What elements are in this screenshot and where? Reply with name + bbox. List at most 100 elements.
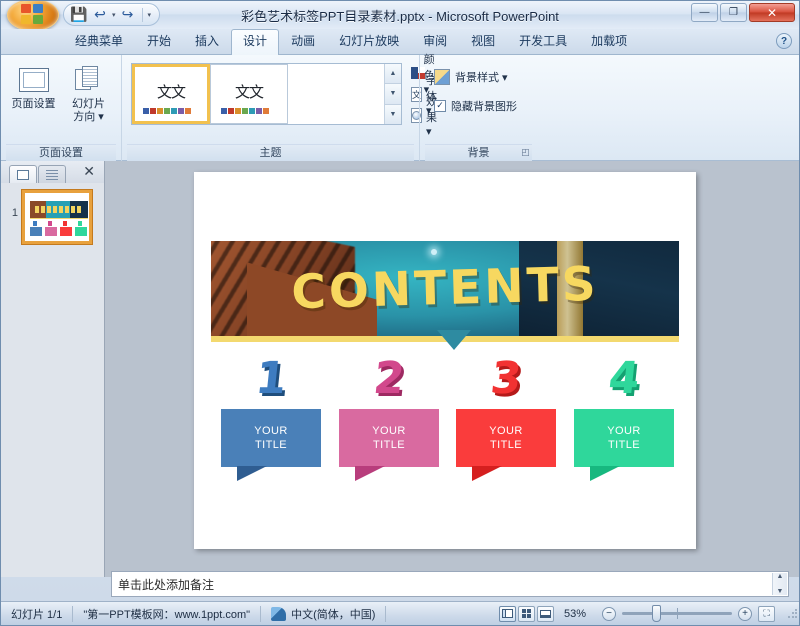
item-title-line1-1: YOUR bbox=[254, 425, 288, 437]
item-number-2: 2 bbox=[371, 353, 408, 404]
tab-addins[interactable]: 加载项 bbox=[579, 29, 639, 54]
hide-background-graphics-checkbox[interactable]: ✓ 隐藏背景图形 bbox=[431, 95, 520, 116]
normal-view-button[interactable] bbox=[498, 605, 516, 622]
tab-slideshow[interactable]: 幻灯片放映 bbox=[327, 29, 411, 54]
contents-banner-image[interactable]: CONTENTS bbox=[211, 241, 679, 337]
checkbox-icon[interactable]: ✓ bbox=[434, 99, 446, 112]
save-icon[interactable]: 💾 bbox=[70, 6, 88, 24]
contents-item-2[interactable]: 2 YOUR TITLE bbox=[334, 353, 444, 481]
view-buttons bbox=[493, 605, 560, 622]
theme-name[interactable]: "第一PPT模板网：www.1ppt.com" bbox=[73, 602, 260, 625]
background-dialog-launcher-icon[interactable]: ◰ bbox=[521, 148, 530, 157]
office-button[interactable] bbox=[7, 1, 59, 31]
tab-home[interactable]: 开始 bbox=[135, 29, 183, 54]
help-button[interactable]: ? bbox=[776, 33, 792, 49]
theme-thumbnail-2[interactable]: 文文 bbox=[210, 64, 288, 124]
themes-gallery[interactable]: 文文 文文 ▲ ▼ ▼ bbox=[131, 63, 402, 125]
language-icon bbox=[271, 606, 287, 621]
item-tag-3[interactable]: YOUR TITLE bbox=[456, 409, 556, 481]
notes-scroll-down-icon[interactable]: ▼ bbox=[777, 588, 784, 595]
notes-scroll-up-icon[interactable]: ▲ bbox=[777, 573, 784, 580]
ribbon-group-background: 背景样式 ▾ ✓ 隐藏背景图形 背景 ◰ bbox=[419, 55, 537, 161]
tab-developer[interactable]: 开发工具 bbox=[507, 29, 579, 54]
outline-tab[interactable] bbox=[38, 165, 66, 183]
themes-gallery-empty-area bbox=[288, 64, 384, 124]
notes-scrollbar[interactable]: ▲ ▼ bbox=[772, 573, 787, 595]
slide-counter[interactable]: 幻灯片 1/1 bbox=[1, 602, 72, 625]
tab-animations[interactable]: 动画 bbox=[279, 29, 327, 54]
slides-outline-pane: ✕ 1 bbox=[1, 161, 105, 577]
slide-orientation-label: 幻灯片 方向 ▾ bbox=[72, 98, 105, 123]
language-label: 中文(简体，中国) bbox=[291, 608, 376, 621]
slide-sorter-view-button[interactable] bbox=[517, 605, 535, 622]
tab-view[interactable]: 视图 bbox=[459, 29, 507, 54]
theme-thumbnail-selected[interactable]: 文文 bbox=[132, 64, 210, 124]
group-title-themes: 主题 bbox=[127, 144, 414, 161]
background-styles-icon bbox=[434, 68, 450, 85]
language-indicator[interactable]: 中文(简体，中国) bbox=[261, 602, 385, 625]
theme-swatches-2 bbox=[221, 108, 269, 114]
group-title-background: 背景 ◰ bbox=[425, 144, 532, 161]
close-pane-icon[interactable]: ✕ bbox=[83, 163, 95, 180]
gallery-scroll-up-icon[interactable]: ▲ bbox=[385, 64, 401, 85]
window-controls: — ❐ ✕ bbox=[691, 3, 795, 22]
resize-grip[interactable] bbox=[787, 607, 799, 620]
zoom-slider[interactable]: − + ⛶ bbox=[594, 605, 783, 622]
close-button[interactable]: ✕ bbox=[749, 3, 795, 22]
slide-thumbnail-preview bbox=[25, 193, 89, 241]
hide-background-graphics-label: 隐藏背景图形 bbox=[451, 100, 517, 113]
item-tag-tail-4 bbox=[590, 466, 620, 481]
item-number-3: 3 bbox=[488, 353, 525, 404]
zoom-in-button[interactable]: + bbox=[738, 606, 752, 621]
tab-design[interactable]: 设计 bbox=[231, 29, 280, 55]
status-separator-3 bbox=[385, 605, 387, 622]
zoom-out-button[interactable]: − bbox=[602, 606, 616, 621]
minimize-button[interactable]: — bbox=[691, 3, 718, 22]
tab-insert[interactable]: 插入 bbox=[183, 29, 231, 54]
slides-tab[interactable] bbox=[9, 165, 37, 183]
ribbon-tab-strip: 经典菜单 开始 插入 设计 动画 幻灯片放映 审阅 视图 开发工具 加载项 ? bbox=[1, 29, 799, 55]
contents-item-3[interactable]: 3 YOUR TITLE bbox=[451, 353, 561, 481]
contents-item-1[interactable]: 1 YOUR TITLE bbox=[216, 353, 326, 481]
item-tag-1[interactable]: YOUR TITLE bbox=[221, 409, 321, 481]
gallery-more-icon[interactable]: ▼ bbox=[385, 104, 401, 124]
slide-thumbnail-list: 1 bbox=[1, 183, 104, 245]
customize-qat-caret[interactable]: ▾ bbox=[148, 11, 152, 19]
contents-item-4[interactable]: 4 YOUR TITLE bbox=[569, 353, 679, 481]
zoom-slider-handle[interactable] bbox=[652, 605, 661, 622]
zoom-track[interactable] bbox=[622, 605, 732, 622]
list-item[interactable]: 1 bbox=[8, 189, 98, 245]
notes-placeholder-text: 单击此处添加备注 bbox=[118, 578, 215, 592]
page-setup-button[interactable]: 页面设置 bbox=[6, 61, 61, 114]
slide-number: 1 bbox=[11, 207, 18, 219]
themes-gallery-scrollbar[interactable]: ▲ ▼ ▼ bbox=[384, 64, 401, 124]
current-slide[interactable]: CONTENTS 1 YOUR TITLE 2 YOUR TITLE 3 YOU… bbox=[194, 172, 696, 549]
item-tag-tail-1 bbox=[237, 466, 267, 481]
zoom-level[interactable]: 53% bbox=[560, 602, 594, 625]
background-styles-button[interactable]: 背景样式 ▾ bbox=[431, 66, 511, 87]
ribbon: 页面设置 幻灯片 方向 ▾ 页面设置 文文 文文 ▲ ▼ ▼ 颜色 ▾ 文 字体… bbox=[1, 54, 799, 161]
tab-classic-menu[interactable]: 经典菜单 bbox=[63, 29, 135, 54]
ribbon-empty-area bbox=[537, 55, 799, 160]
undo-dropdown-caret[interactable]: ▾ bbox=[112, 11, 116, 19]
reading-view-button[interactable] bbox=[536, 605, 554, 622]
slide-orientation-icon bbox=[72, 64, 106, 96]
zoom-track-midpoint bbox=[677, 608, 678, 619]
item-tag-2[interactable]: YOUR TITLE bbox=[339, 409, 439, 481]
item-tag-tail-3 bbox=[472, 466, 502, 481]
notes-pane[interactable]: 单击此处添加备注 ▲ ▼ bbox=[111, 571, 789, 597]
slide-thumbnail-selected[interactable] bbox=[21, 189, 93, 245]
restore-button[interactable]: ❐ bbox=[720, 3, 747, 22]
item-title-line1-3: YOUR bbox=[489, 425, 523, 437]
slide-editing-stage[interactable]: CONTENTS 1 YOUR TITLE 2 YOUR TITLE 3 YOU… bbox=[105, 161, 799, 577]
item-tag-4[interactable]: YOUR TITLE bbox=[574, 409, 674, 481]
item-number-1: 1 bbox=[253, 353, 290, 404]
undo-icon[interactable]: ↩ bbox=[91, 6, 109, 24]
page-setup-label: 页面设置 bbox=[11, 98, 56, 110]
slide-orientation-button[interactable]: 幻灯片 方向 ▾ bbox=[61, 61, 116, 127]
item-tag-tail-2 bbox=[355, 466, 385, 481]
fit-slide-to-window-button[interactable]: ⛶ bbox=[758, 605, 775, 622]
powerpoint-window: 💾 ↩ ▾ ↪ ▾ 彩色艺术标签PPT目录素材.pptx - Microsoft… bbox=[0, 0, 800, 626]
gallery-scroll-down-icon[interactable]: ▼ bbox=[385, 84, 401, 105]
redo-icon[interactable]: ↪ bbox=[119, 6, 137, 24]
